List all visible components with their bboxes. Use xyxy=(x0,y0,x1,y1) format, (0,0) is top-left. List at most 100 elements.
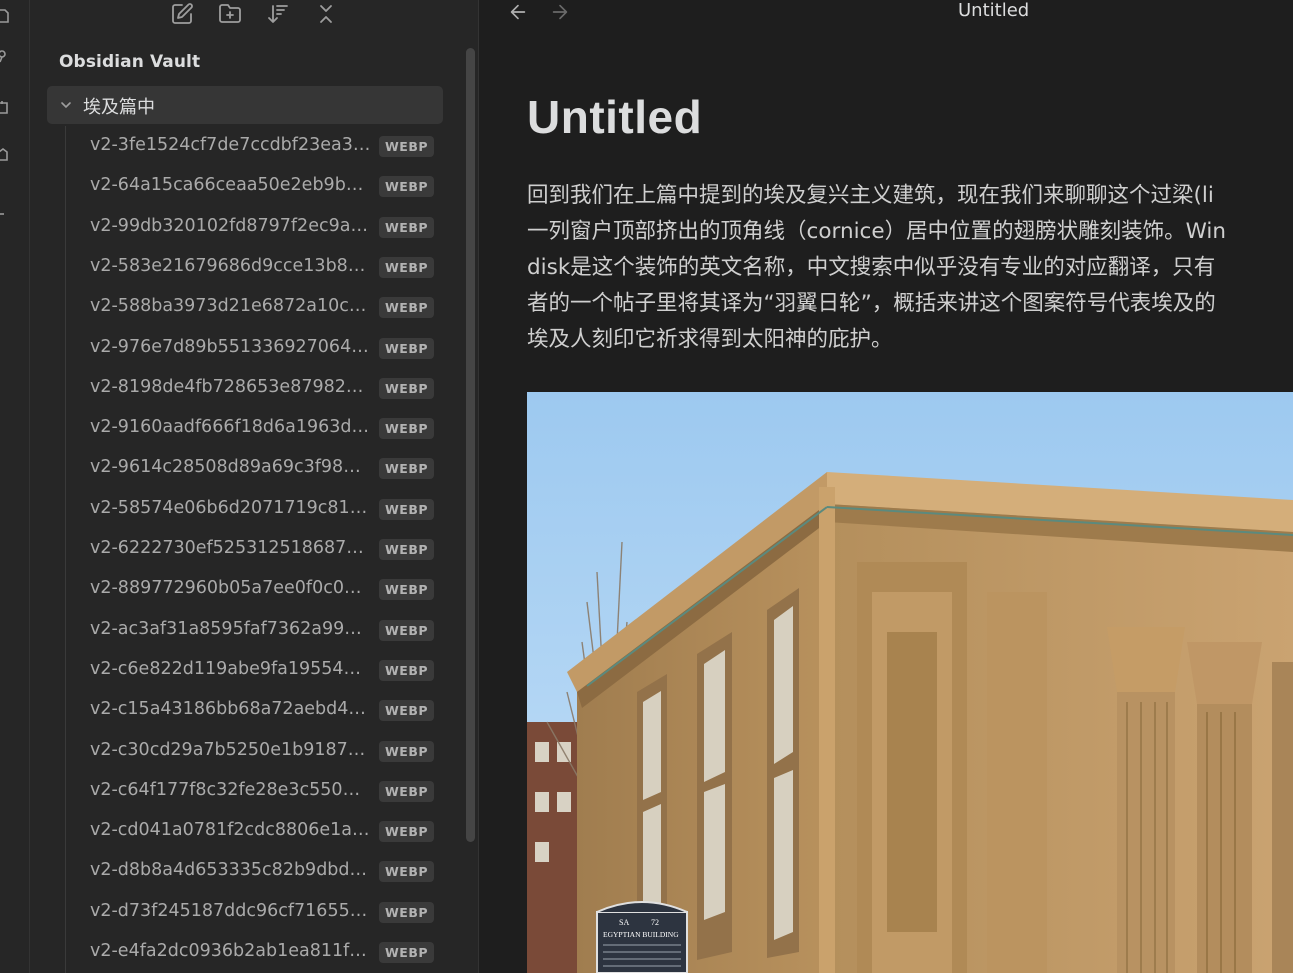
file-item[interactable]: v2-c30cd29a7b5250e1b9187e... WEBP xyxy=(82,731,442,771)
file-item[interactable]: v2-8198de4fb728653e87982e... WEBP xyxy=(82,368,442,408)
calendar-icon[interactable] xyxy=(0,100,10,114)
view-header: Untitled xyxy=(479,0,1293,36)
forward-button[interactable] xyxy=(547,0,573,24)
file-name: v2-64a15ca66ceaa50e2eb9b12... xyxy=(90,175,371,196)
file-name: v2-ac3af31a8595faf7362a994a... xyxy=(90,618,371,639)
graph-icon[interactable] xyxy=(0,50,10,64)
file-extension-badge: WEBP xyxy=(379,337,435,359)
file-name: v2-9160aadf666f18d6a1963d1... xyxy=(90,417,371,438)
svg-text:SA: SA xyxy=(619,918,629,927)
file-explorer: Obsidian Vault 埃及篇中 v2-3fe1524cf7de7ccdb… xyxy=(30,0,479,973)
back-button[interactable] xyxy=(505,0,531,24)
vault-name[interactable]: Obsidian Vault xyxy=(59,52,200,72)
arrow-left-icon xyxy=(510,4,526,20)
file-name: v2-c64f177f8c32fe28e3c55088... xyxy=(90,779,371,800)
file-extension-badge: WEBP xyxy=(379,700,435,722)
folder-plus-icon xyxy=(219,4,241,23)
file-name: v2-976e7d89b5513369270640... xyxy=(90,336,371,357)
ribbon xyxy=(0,0,30,973)
folder-label: 埃及篇中 xyxy=(83,97,155,118)
file-item[interactable]: v2-d73f245187ddc96cf716555... WEBP xyxy=(82,892,442,932)
file-extension-badge: WEBP xyxy=(379,619,435,641)
sort-button[interactable] xyxy=(264,0,292,28)
file-extension-badge: WEBP xyxy=(379,942,435,963)
new-folder-button[interactable] xyxy=(216,0,244,28)
file-item[interactable]: v2-c15a43186bb68a72aebd48... WEBP xyxy=(82,690,442,730)
file-name: v2-c6e822d119abe9fa195544e... xyxy=(90,658,371,679)
file-extension-badge: WEBP xyxy=(379,579,435,601)
paragraph-line: 者的一个帖子里将其译为“羽翼日轮”，概括来讲这个图案符号代表埃及的 xyxy=(527,291,1216,316)
file-item[interactable]: v2-889772960b05a7ee0f0c0eb... WEBP xyxy=(82,569,442,609)
template-icon[interactable] xyxy=(0,147,10,161)
file-name: v2-c30cd29a7b5250e1b9187e... xyxy=(90,739,371,760)
file-name: v2-e4fa2dc0936b2ab1ea811f6... xyxy=(90,941,371,961)
file-item[interactable]: v2-ac3af31a8595faf7362a994a... WEBP xyxy=(82,610,442,650)
chevron-down-icon[interactable] xyxy=(59,98,73,112)
file-extension-badge: WEBP xyxy=(379,821,435,843)
file-name: v2-c15a43186bb68a72aebd48... xyxy=(90,699,371,720)
file-name: v2-58574e06b6d2071719c81e... xyxy=(90,497,371,518)
embedded-image[interactable]: SA 72 EGYPTIAN BUILDING xyxy=(527,392,1293,973)
file-extension-badge: WEBP xyxy=(379,901,435,923)
file-name: v2-8198de4fb728653e87982e... xyxy=(90,376,371,397)
file-extension-badge: WEBP xyxy=(379,418,435,440)
file-name: v2-cd041a0781f2cdc8806e1a2... xyxy=(90,820,371,841)
file-item[interactable]: v2-99db320102fd8797f2ec9aa... WEBP xyxy=(82,207,442,247)
file-item[interactable]: v2-d8b8a4d653335c82b9dbd8... WEBP xyxy=(82,851,442,891)
arrow-right-icon xyxy=(552,4,568,20)
file-extension-badge: WEBP xyxy=(379,861,435,883)
file-name: v2-583e21679686d9cce13b86... xyxy=(90,255,371,276)
paragraph-line: disk是这个装饰的英文名称，中文搜索中似乎没有专业的对应翻译，只有 xyxy=(527,255,1216,280)
file-item[interactable]: v2-c64f177f8c32fe28e3c55088... WEBP xyxy=(82,771,442,811)
file-item[interactable]: v2-588ba3973d21e6872a10cd... WEBP xyxy=(82,287,442,327)
sort-icon xyxy=(268,5,288,23)
file-item[interactable]: v2-64a15ca66ceaa50e2eb9b12... WEBP xyxy=(82,166,442,206)
file-name: v2-3fe1524cf7de7ccdbf23ea31... xyxy=(90,135,371,155)
file-name: v2-99db320102fd8797f2ec9aa... xyxy=(90,215,371,236)
file-extension-badge: WEBP xyxy=(379,176,435,198)
folder-item[interactable]: 埃及篇中 xyxy=(47,86,443,124)
egyptian-building-photo: SA 72 EGYPTIAN BUILDING xyxy=(527,392,1293,973)
file-extension-badge: WEBP xyxy=(379,498,435,520)
file-name: v2-9614c28508d89a69c3f9893... xyxy=(90,457,371,478)
view-title[interactable]: Untitled xyxy=(958,0,1029,21)
file-extension-badge: WEBP xyxy=(379,136,435,157)
file-item[interactable]: v2-58574e06b6d2071719c81e... WEBP xyxy=(82,489,442,529)
file-icon[interactable] xyxy=(0,9,10,23)
historical-marker-sign: SA 72 EGYPTIAN BUILDING xyxy=(596,901,688,973)
file-extension-badge: WEBP xyxy=(379,256,435,278)
file-name: v2-889772960b05a7ee0f0c0eb... xyxy=(90,578,371,599)
file-name: v2-588ba3973d21e6872a10cd... xyxy=(90,296,371,317)
new-note-button[interactable] xyxy=(168,0,196,28)
file-name: v2-d73f245187ddc96cf716555... xyxy=(90,900,371,921)
file-name: v2-6222730ef5253125186871a... xyxy=(90,538,371,558)
file-item[interactable]: v2-583e21679686d9cce13b86... WEBP xyxy=(82,247,442,287)
collapse-all-button[interactable] xyxy=(312,0,340,28)
file-item[interactable]: v2-9614c28508d89a69c3f9893... WEBP xyxy=(82,448,442,488)
document-body[interactable]: 回到我们在上篇中提到的埃及复兴主义建筑，现在我们来聊聊这个过梁(li 一列窗户顶… xyxy=(527,178,1293,358)
paragraph-line: 一列窗户顶部挤出的顶角线（cornice）居中位置的翅膀状雕刻装饰。Win xyxy=(527,219,1226,244)
file-extension-badge: WEBP xyxy=(379,297,435,319)
document-title[interactable]: Untitled xyxy=(527,90,702,144)
paragraph-line: 埃及人刻印它祈求得到太阳神的庇护。 xyxy=(527,327,893,352)
file-item[interactable]: v2-cd041a0781f2cdc8806e1a2... WEBP xyxy=(82,811,442,851)
file-extension-badge: WEBP xyxy=(379,659,435,681)
svg-text:EGYPTIAN BUILDING: EGYPTIAN BUILDING xyxy=(603,930,679,939)
edit-icon xyxy=(172,3,193,24)
paragraph-line: 回到我们在上篇中提到的埃及复兴主义建筑，现在我们来聊聊这个过梁(li xyxy=(527,183,1214,208)
file-extension-badge: WEBP xyxy=(379,539,435,560)
collapse-icon xyxy=(320,5,332,23)
file-extension-badge: WEBP xyxy=(379,377,435,399)
file-item[interactable]: v2-3fe1524cf7de7ccdbf23ea31... WEBP xyxy=(82,126,442,166)
file-item[interactable]: v2-9160aadf666f18d6a1963d1... WEBP xyxy=(82,408,442,448)
file-extension-badge: WEBP xyxy=(379,740,435,762)
file-item[interactable]: v2-e4fa2dc0936b2ab1ea811f6... WEBP xyxy=(82,932,442,972)
file-extension-badge: WEBP xyxy=(379,458,435,480)
scrollbar-thumb[interactable] xyxy=(466,48,475,842)
file-item[interactable]: v2-6222730ef5253125186871a... WEBP xyxy=(82,529,442,569)
dash-icon xyxy=(0,207,10,215)
file-item[interactable]: v2-976e7d89b5513369270640... WEBP xyxy=(82,328,442,368)
file-extension-badge: WEBP xyxy=(379,216,435,238)
file-item[interactable]: v2-c6e822d119abe9fa195544e... WEBP xyxy=(82,650,442,690)
file-name: v2-d8b8a4d653335c82b9dbd8... xyxy=(90,860,371,881)
